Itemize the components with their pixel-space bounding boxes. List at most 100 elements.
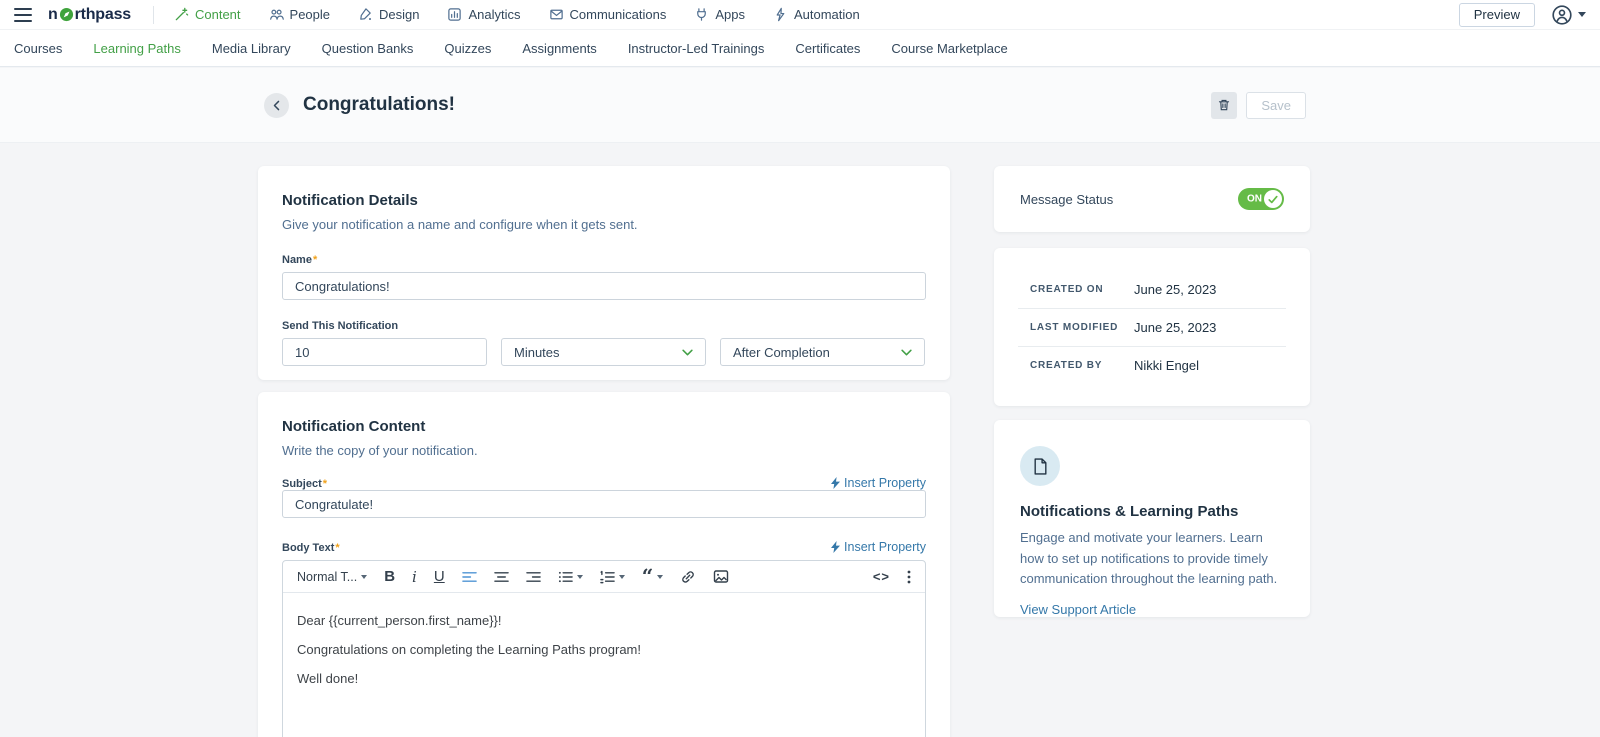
paragraph-style-dropdown[interactable]: Normal T... bbox=[297, 570, 368, 584]
preview-button[interactable]: Preview bbox=[1458, 2, 1535, 27]
back-button[interactable] bbox=[264, 92, 289, 118]
nav-item-design[interactable]: Design bbox=[358, 7, 419, 22]
subnav-item-learning-paths[interactable]: Learning Paths bbox=[93, 41, 180, 56]
send-settings-row: Minutes After Completion bbox=[282, 338, 926, 366]
bullet-list-button[interactable] bbox=[558, 570, 583, 584]
code-view-button[interactable]: <> bbox=[873, 569, 890, 584]
nav-item-communications[interactable]: Communications bbox=[549, 7, 666, 22]
blockquote-button[interactable]: “ bbox=[641, 563, 664, 588]
info-card-title: Notifications & Learning Paths bbox=[1020, 503, 1239, 520]
document-icon bbox=[1033, 457, 1047, 475]
nav-item-people[interactable]: People bbox=[269, 7, 330, 22]
top-navigation-bar: n rthpass Content People Design Analytic… bbox=[0, 0, 1600, 30]
align-left-icon bbox=[461, 571, 477, 582]
card-title: Notification Content bbox=[282, 418, 426, 435]
nav-item-automation[interactable]: Automation bbox=[773, 7, 860, 22]
message-status-card: Message Status ON bbox=[994, 166, 1310, 232]
nav-item-content[interactable]: Content bbox=[174, 7, 241, 22]
bold-button[interactable]: B bbox=[384, 568, 395, 585]
align-right-button[interactable] bbox=[525, 570, 541, 584]
envelope-icon bbox=[549, 9, 563, 20]
design-icon bbox=[360, 8, 372, 21]
subnav-item-certificates[interactable]: Certificates bbox=[795, 41, 860, 56]
bolt-icon bbox=[776, 7, 785, 22]
time-unit-select[interactable]: Minutes bbox=[501, 338, 706, 366]
subnav-item-media-library[interactable]: Media Library bbox=[212, 41, 291, 56]
compass-icon bbox=[59, 7, 73, 22]
plug-icon bbox=[697, 8, 707, 21]
view-support-article-link[interactable]: View Support Article bbox=[1020, 602, 1136, 617]
arrow-left-icon bbox=[273, 100, 280, 110]
subnav-item-quizzes[interactable]: Quizzes bbox=[444, 41, 491, 56]
chevron-down-icon bbox=[657, 574, 664, 579]
logo-text-prefix: n bbox=[48, 5, 58, 23]
trigger-select[interactable]: After Completion bbox=[720, 338, 925, 366]
required-asterisk: * bbox=[335, 542, 340, 554]
name-input[interactable] bbox=[282, 272, 926, 300]
numbered-list-button[interactable] bbox=[599, 570, 625, 584]
avatar-icon bbox=[1552, 4, 1572, 25]
chevron-down-icon bbox=[682, 349, 693, 355]
subnav-item-question-banks[interactable]: Question Banks bbox=[322, 41, 414, 56]
subnav-item-courses[interactable]: Courses bbox=[14, 41, 62, 56]
insert-property-link-body[interactable]: Insert Property bbox=[831, 540, 926, 554]
chevron-down-icon bbox=[361, 574, 368, 579]
body-text-editor-area[interactable]: Dear {{current_person.first_name}}! Cong… bbox=[283, 593, 925, 737]
chevron-down-icon bbox=[576, 574, 583, 579]
editor-paragraph: Well done! bbox=[297, 671, 359, 686]
toggle-on-label: ON bbox=[1247, 193, 1262, 205]
primary-nav: Content People Design Analytics Communic… bbox=[174, 7, 860, 22]
align-left-button[interactable] bbox=[461, 570, 477, 584]
message-status-label: Message Status bbox=[1020, 191, 1114, 207]
nav-item-apps[interactable]: Apps bbox=[694, 7, 745, 22]
message-status-toggle[interactable]: ON bbox=[1238, 188, 1284, 210]
support-info-card: Notifications & Learning Paths Engage an… bbox=[994, 420, 1310, 617]
image-button[interactable] bbox=[713, 569, 729, 584]
card-subtitle: Give your notification a name and config… bbox=[282, 217, 638, 232]
subject-input[interactable] bbox=[282, 490, 926, 518]
subnav-item-assignments[interactable]: Assignments bbox=[522, 41, 596, 56]
divider bbox=[152, 5, 154, 24]
northpass-logo[interactable]: n rthpass bbox=[48, 6, 131, 24]
info-card-body: Engage and motivate your learners. Learn… bbox=[1020, 530, 1278, 587]
wand-icon bbox=[175, 7, 189, 21]
chevron-down-icon bbox=[1578, 12, 1586, 17]
chevron-down-icon bbox=[901, 349, 912, 355]
page-header: Congratulations! Save bbox=[0, 68, 1600, 143]
card-title: Notification Details bbox=[282, 192, 418, 209]
app-window: n rthpass Content People Design Analytic… bbox=[0, 0, 1600, 737]
created-by-row: CREATED BY Nikki Engel bbox=[1018, 346, 1286, 384]
content-sub-nav: Courses Learning Paths Media Library Que… bbox=[0, 30, 1600, 67]
account-menu[interactable] bbox=[1551, 4, 1586, 26]
bullet-list-icon bbox=[558, 571, 573, 582]
editor-paragraph: Dear {{current_person.first_name}}! bbox=[297, 613, 502, 628]
nav-item-analytics[interactable]: Analytics bbox=[447, 7, 521, 22]
rich-text-editor: Normal T... B i U “ <> Dear {{current_pe… bbox=[282, 560, 926, 737]
align-center-button[interactable] bbox=[493, 570, 509, 584]
subnav-item-instructor-led-trainings[interactable]: Instructor-Led Trainings bbox=[628, 41, 765, 56]
toggle-knob bbox=[1264, 190, 1282, 208]
metadata-card: CREATED ON June 25, 2023 LAST MODIFIED J… bbox=[994, 248, 1310, 406]
insert-property-link-subject[interactable]: Insert Property bbox=[831, 476, 926, 490]
required-asterisk: * bbox=[322, 478, 328, 490]
hamburger-menu-icon[interactable] bbox=[14, 7, 32, 22]
italic-button[interactable]: i bbox=[412, 568, 417, 586]
page-title: Congratulations! bbox=[303, 94, 455, 115]
align-right-icon bbox=[525, 571, 541, 582]
send-delay-input[interactable] bbox=[282, 338, 487, 366]
quote-icon: “ bbox=[641, 563, 654, 588]
numbered-list-icon bbox=[599, 570, 615, 583]
body-text-label: Body Text* bbox=[282, 542, 340, 554]
more-options-button[interactable] bbox=[907, 570, 911, 584]
underline-button[interactable]: U bbox=[434, 568, 445, 585]
save-button[interactable]: Save bbox=[1246, 91, 1306, 119]
delete-button[interactable] bbox=[1211, 91, 1238, 119]
link-button[interactable] bbox=[680, 569, 696, 585]
created-on-row: CREATED ON June 25, 2023 bbox=[1030, 281, 1217, 297]
subnav-item-course-marketplace[interactable]: Course Marketplace bbox=[891, 41, 1007, 56]
image-icon bbox=[714, 570, 729, 583]
check-icon bbox=[1268, 195, 1278, 203]
notification-content-card: Notification Content Write the copy of y… bbox=[258, 392, 950, 737]
subject-label: Subject* bbox=[282, 478, 328, 490]
chevron-down-icon bbox=[618, 574, 625, 579]
